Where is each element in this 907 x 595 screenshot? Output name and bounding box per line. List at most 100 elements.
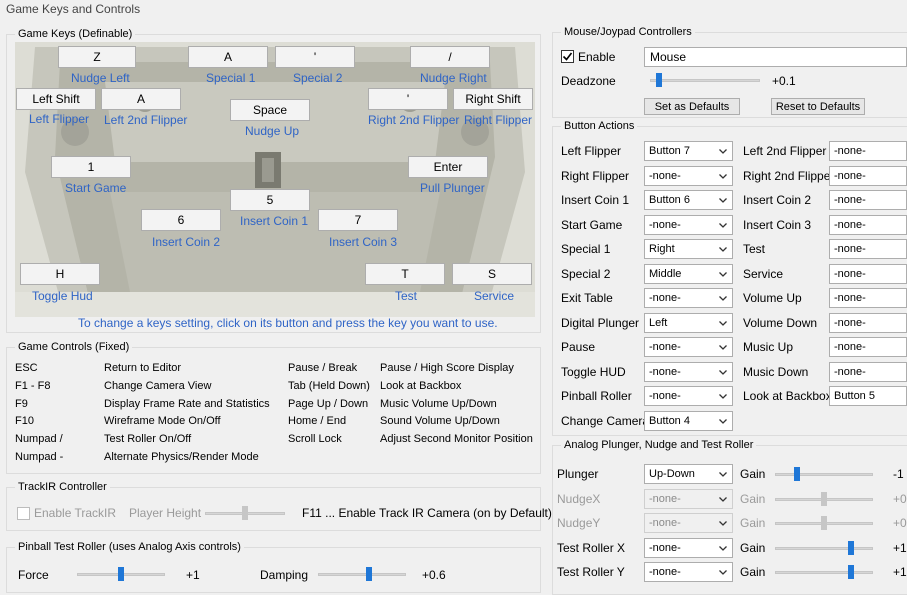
mouse-joypad-legend: Mouse/Joypad Controllers: [564, 26, 692, 38]
action-dropdown[interactable]: -none-: [829, 361, 907, 382]
slider-track: [650, 79, 760, 82]
key-button-left-2nd-flipper[interactable]: A: [101, 88, 181, 110]
action-dropdown[interactable]: Button 5: [829, 386, 907, 406]
action-dropdown[interactable]: -none-: [644, 386, 733, 406]
key-button-right-2nd-flipper[interactable]: ': [368, 88, 448, 110]
key-button-toggle-hud[interactable]: H: [20, 263, 100, 285]
key-button-test[interactable]: T: [365, 263, 445, 285]
deadzone-slider[interactable]: [650, 73, 760, 87]
player-height-slider[interactable]: [205, 506, 285, 520]
trackir-legend: TrackIR Controller: [18, 481, 107, 493]
action-label: Music Down: [743, 364, 809, 379]
analog-label: Test Roller Y: [557, 565, 625, 579]
action-label: Right 2nd Flipper: [743, 168, 835, 183]
action-dropdown[interactable]: Left: [644, 312, 733, 333]
action-dropdown[interactable]: -none-: [829, 239, 907, 259]
gain-slider[interactable]: [775, 467, 873, 481]
control-action: Test Roller On/Off: [104, 433, 192, 446]
chevron-down-icon: [719, 496, 727, 502]
key-button-service[interactable]: S: [452, 263, 532, 285]
analog-dropdown[interactable]: -none-: [644, 537, 733, 558]
action-label: Pause: [561, 340, 596, 354]
action-dropdown[interactable]: Button 4: [644, 410, 733, 431]
action-dropdown[interactable]: -none-: [829, 141, 907, 161]
action-dropdown[interactable]: -none-: [829, 288, 907, 308]
damping-value: +0.6: [422, 568, 446, 582]
action-dropdown[interactable]: -none-: [644, 361, 733, 382]
key-label-nudge-left: Nudge Left: [71, 71, 130, 85]
control-key: F9: [15, 397, 28, 410]
action-dropdown[interactable]: -none-: [644, 165, 733, 186]
key-button-pull-plunger[interactable]: Enter: [408, 156, 488, 178]
slider-thumb[interactable]: [655, 73, 662, 87]
action-label: Music Up: [743, 340, 794, 354]
slider-thumb[interactable]: [793, 467, 800, 481]
action-dropdown[interactable]: -none-: [829, 165, 907, 186]
action-dropdown[interactable]: Button 7: [644, 141, 733, 161]
reset-to-defaults-button[interactable]: Reset to Defaults: [771, 98, 865, 115]
key-button-nudge-left[interactable]: Z: [58, 46, 136, 68]
key-button-special-2[interactable]: ': [275, 46, 355, 68]
control-action: Display Frame Rate and Statistics: [104, 397, 270, 410]
slider-thumb[interactable]: [848, 540, 855, 555]
action-label: Left Flipper: [561, 144, 622, 158]
test-roller-legend: Pinball Test Roller (uses Analog Axis co…: [18, 541, 241, 553]
gain-slider[interactable]: [775, 540, 873, 555]
key-button-nudge-up[interactable]: Space: [230, 99, 310, 121]
slider-track: [318, 573, 406, 576]
gain-value: +1: [893, 565, 907, 579]
action-dropdown-value: -none-: [649, 390, 681, 402]
action-dropdown[interactable]: Right: [644, 239, 733, 259]
analog-dropdown-value: -none-: [649, 541, 681, 554]
action-dropdown-value: Button 5: [834, 390, 875, 402]
force-slider[interactable]: [77, 567, 165, 581]
key-button-special-1[interactable]: A: [188, 46, 268, 68]
action-dropdown[interactable]: -none-: [644, 337, 733, 357]
key-button-start-game[interactable]: 1: [51, 156, 131, 178]
action-dropdown[interactable]: -none-: [644, 214, 733, 235]
slider-thumb[interactable]: [242, 506, 248, 520]
key-label-right-2nd-flipper: Right 2nd Flipper: [368, 113, 460, 127]
slider-thumb[interactable]: [366, 567, 373, 581]
set-as-defaults-button[interactable]: Set as Defaults: [644, 98, 740, 115]
key-label-insert-coin-2: Insert Coin 2: [152, 235, 221, 249]
action-dropdown[interactable]: Button 6: [644, 190, 733, 210]
action-dropdown[interactable]: Middle: [644, 263, 733, 284]
key-button-right-flipper[interactable]: Right Shift: [453, 88, 533, 110]
chevron-down-icon: [719, 320, 727, 326]
action-dropdown[interactable]: -none-: [829, 312, 907, 333]
chevron-down-icon: [719, 198, 727, 203]
control-key: Numpad /: [15, 433, 63, 446]
gain-value: -1: [893, 467, 904, 481]
analog-dropdown: -none-: [644, 488, 733, 509]
gain-slider: [775, 516, 873, 530]
control-action: Return to Editor: [104, 362, 182, 374]
action-dropdown-value: -none-: [649, 365, 681, 378]
key-button-left-flipper[interactable]: Left Shift: [16, 88, 96, 110]
action-dropdown[interactable]: -none-: [829, 263, 907, 284]
gain-slider: [775, 491, 873, 506]
action-dropdown-value: -none-: [649, 169, 681, 182]
slider-thumb[interactable]: [848, 565, 855, 579]
damping-slider[interactable]: [318, 567, 406, 581]
key-button-insert-coin-2[interactable]: 6: [141, 209, 221, 231]
device-field[interactable]: Mouse: [644, 47, 907, 67]
action-dropdown[interactable]: -none-: [829, 214, 907, 235]
action-dropdown-value: Button 7: [649, 145, 690, 157]
analog-dropdown[interactable]: -none-: [644, 562, 733, 582]
key-button-insert-coin-1[interactable]: 5: [230, 189, 310, 211]
action-dropdown[interactable]: -none-: [829, 337, 907, 357]
control-key: Numpad -: [15, 451, 64, 463]
gain-slider[interactable]: [775, 565, 873, 579]
enable-mouse-checkbox[interactable]: [561, 50, 574, 63]
enable-trackir-checkbox[interactable]: [17, 507, 30, 520]
control-action: Adjust Second Monitor Position: [380, 433, 533, 446]
action-label: Digital Plunger: [561, 315, 640, 330]
action-dropdown[interactable]: -none-: [829, 190, 907, 210]
key-button-nudge-right[interactable]: /: [410, 46, 490, 68]
action-dropdown[interactable]: -none-: [644, 288, 733, 308]
slider-thumb[interactable]: [118, 567, 124, 581]
analog-dropdown[interactable]: Up-Down: [644, 464, 733, 484]
key-label-toggle-hud: Toggle Hud: [32, 289, 93, 303]
key-button-insert-coin-3[interactable]: 7: [318, 209, 398, 231]
